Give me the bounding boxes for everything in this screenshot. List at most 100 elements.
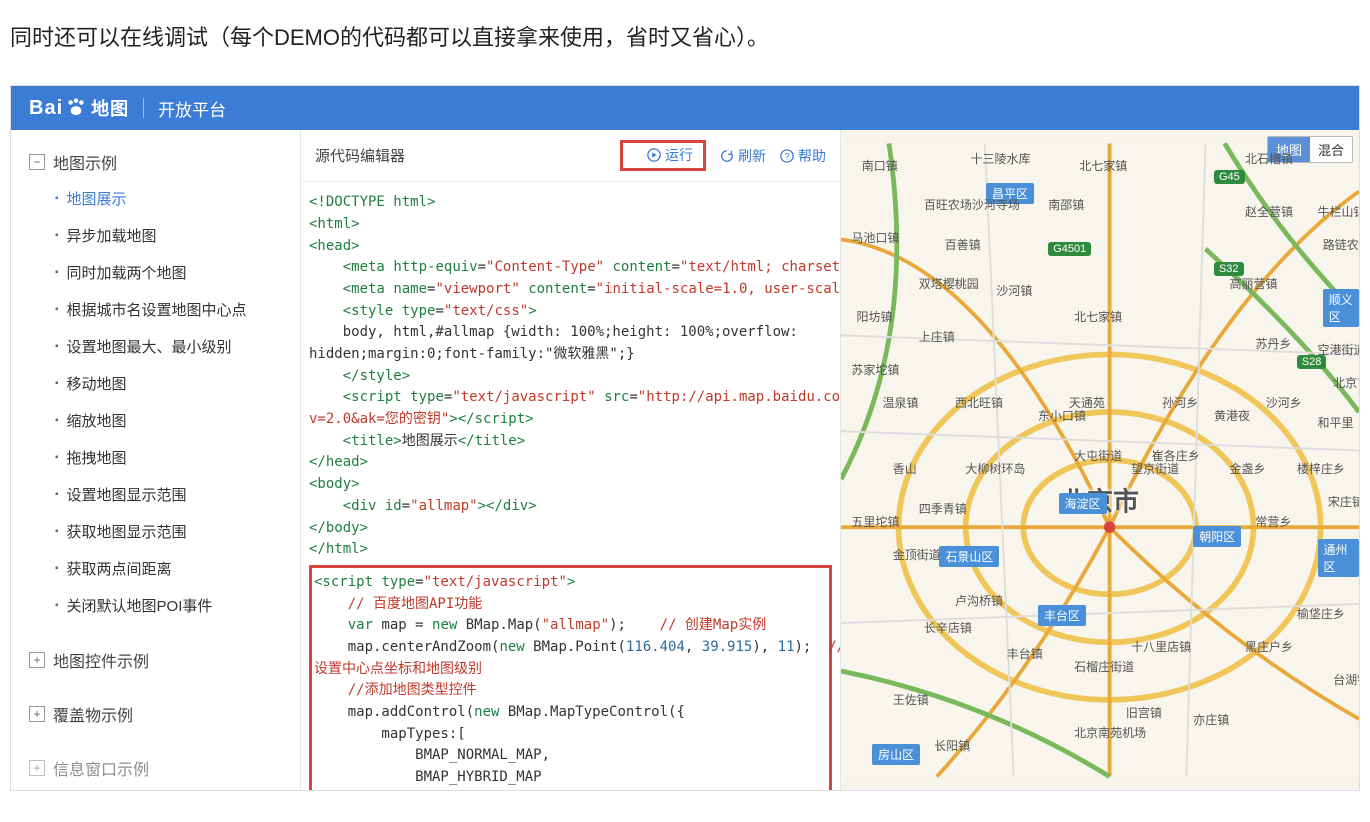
sidebar-item-zoom-map[interactable]: 缩放地图: [11, 402, 300, 439]
map-district-label[interactable]: 通州区: [1318, 539, 1359, 577]
baidu-map-logo[interactable]: Bai 地图: [29, 95, 129, 121]
map-place-label: 十三陵水库: [971, 150, 1031, 167]
main-area: − 地图示例 地图展示 异步加载地图 同时加载两个地图 根据城市名设置地图中心点…: [11, 130, 1359, 790]
map-place-label: 苏家坨镇: [851, 361, 899, 378]
map-district-label[interactable]: 顺义区: [1323, 289, 1359, 327]
map-place-label: 台湖镇: [1333, 671, 1359, 688]
editor-title: 源代码编辑器: [315, 145, 620, 166]
map-place-label: 十八里店镇: [1131, 638, 1191, 655]
map-place-label: 黄港夜: [1214, 407, 1250, 424]
sidebar-item-poi-events[interactable]: 关闭默认地图POI事件: [11, 587, 300, 624]
sidebar-group-map-examples[interactable]: − 地图示例: [11, 144, 300, 180]
map-place-label: 沙河镇: [996, 282, 1032, 299]
map-place-label: 高丽营镇: [1230, 275, 1278, 292]
map-place-label: 牛栏山镇: [1318, 203, 1359, 220]
map-type-hybrid[interactable]: 混合: [1310, 137, 1352, 162]
map-place-label: 长阳镇: [934, 737, 970, 754]
map-place-label: 望京街道: [1131, 460, 1179, 477]
sidebar-item-label: 拖拽地图: [67, 447, 127, 468]
sidebar-item-label: 缩放地图: [67, 410, 127, 431]
map-place-label: 北七家镇: [1079, 157, 1127, 174]
sidebar-item-label: 获取地图显示范围: [67, 521, 187, 542]
refresh-button[interactable]: 刷新: [720, 146, 766, 166]
sidebar-item-move-map[interactable]: 移动地图: [11, 365, 300, 402]
map-district-label[interactable]: 海淀区: [1059, 493, 1107, 514]
expand-icon: +: [29, 760, 45, 776]
map-place-label: 百旺农场沙河寺场: [924, 196, 1020, 213]
map-preview[interactable]: 地图 混合 北京市 昌平区海淀区石景山区丰台区朝阳区通州区顺义区房山区G45G4…: [841, 130, 1359, 790]
sidebar-group-label: 地图控件示例: [53, 648, 149, 672]
map-place-label: 孙河乡: [1162, 394, 1198, 411]
paw-icon: [65, 98, 87, 119]
code-editor[interactable]: <!DOCTYPE html> <html> <head> <meta http…: [301, 182, 840, 790]
expand-icon: +: [29, 652, 45, 668]
sidebar-item-distance[interactable]: 获取两点间距离: [11, 550, 300, 587]
sidebar-item-label: 设置地图显示范围: [67, 484, 187, 505]
map-place-label: 宋庄镇: [1328, 493, 1359, 510]
sidebar-group-label: 地图示例: [53, 150, 117, 174]
map-district-label[interactable]: 石景山区: [939, 546, 999, 567]
map-place-label: 阳坊镇: [857, 308, 893, 325]
map-place-label: 大屯街道: [1074, 447, 1122, 464]
help-button[interactable]: ? 帮助: [780, 146, 826, 166]
map-district-label[interactable]: 朝阳区: [1193, 526, 1241, 547]
map-place-label: 南口镇: [862, 157, 898, 174]
map-road-shield: G45: [1214, 170, 1245, 184]
map-place-label: 北京南苑机场: [1074, 724, 1146, 741]
map-place-label: 苏丹乡: [1255, 335, 1291, 352]
help-icon: ?: [780, 149, 794, 163]
svg-text:?: ?: [785, 151, 790, 161]
map-place-label: 五里坨镇: [851, 513, 899, 530]
map-place-label: 东小口镇: [1038, 407, 1086, 424]
sidebar-item-label: 关闭默认地图POI事件: [67, 595, 213, 616]
map-place-label: 西北旺镇: [955, 394, 1003, 411]
sidebar-group-controls[interactable]: + 地图控件示例: [11, 642, 300, 678]
sidebar-item-two-maps[interactable]: 同时加载两个地图: [11, 254, 300, 291]
map-place-label: 南邵镇: [1048, 196, 1084, 213]
map-place-label: 长辛店镇: [924, 619, 972, 636]
map-place-label: 百善镇: [945, 236, 981, 253]
expand-icon: +: [29, 706, 45, 722]
play-icon: [647, 148, 661, 162]
map-place-label: 香山: [893, 460, 917, 477]
sidebar-item-zoom-limits[interactable]: 设置地图最大、最小级别: [11, 328, 300, 365]
sidebar-group-infowindow[interactable]: + 信息窗口示例: [11, 750, 300, 786]
sidebar-item-async-load[interactable]: 异步加载地图: [11, 217, 300, 254]
run-button[interactable]: 运行: [647, 145, 693, 165]
map-place-label: 丰台镇: [1007, 645, 1043, 662]
map-place-label: 温泉镇: [882, 394, 918, 411]
sidebar-group-overlays[interactable]: + 覆盖物示例: [11, 696, 300, 732]
editor-pane: 源代码编辑器 运行 刷新 ? 帮助 <!DOCTYPE html> <html>…: [301, 130, 841, 790]
sidebar-item-label: 获取两点间距离: [67, 558, 172, 579]
sidebar-item-label: 根据城市名设置地图中心点: [67, 299, 247, 320]
sidebar-item-city-center[interactable]: 根据城市名设置地图中心点: [11, 291, 300, 328]
platform-label[interactable]: 开放平台: [158, 96, 226, 121]
map-district-label[interactable]: 丰台区: [1038, 605, 1086, 626]
sidebar-item-get-bounds[interactable]: 获取地图显示范围: [11, 513, 300, 550]
sidebar-item-set-bounds[interactable]: 设置地图显示范围: [11, 476, 300, 513]
map-place-label: 四季青镇: [919, 500, 967, 517]
sidebar-item-label: 异步加载地图: [67, 225, 157, 246]
sidebar-item-map-display[interactable]: 地图展示: [11, 180, 300, 217]
sidebar-item-label: 地图展示: [67, 188, 127, 209]
map-place-label: 赵全营镇: [1245, 203, 1293, 220]
sidebar-item-drag-map[interactable]: 拖拽地图: [11, 439, 300, 476]
map-place-label: 北石槽镇: [1245, 150, 1293, 167]
map-place-label: 黑庄户乡: [1245, 638, 1293, 655]
map-district-label[interactable]: 房山区: [872, 744, 920, 765]
logo-text-map: 地图: [91, 95, 129, 121]
sidebar-item-label: 同时加载两个地图: [67, 262, 187, 283]
map-place-label: 北七家镇: [1074, 308, 1122, 325]
map-road-shield: G4501: [1048, 242, 1091, 256]
map-place-label: 路链农场: [1323, 236, 1359, 253]
run-label: 运行: [665, 145, 693, 165]
topbar-divider: [143, 98, 144, 118]
sidebar-group-label: 覆盖物示例: [53, 702, 133, 726]
sidebar-item-label: 移动地图: [67, 373, 127, 394]
intro-text: 同时还可以在线调试（每个DEMO的代码都可以直接拿来使用，省时又省心）。: [0, 0, 1370, 85]
sidebar-group-label: 信息窗口示例: [53, 756, 149, 780]
map-place-label: 榆垡庄乡: [1297, 605, 1345, 622]
map-place-label: 空港街道: [1318, 341, 1359, 358]
map-place-label: 卢沟桥镇: [955, 592, 1003, 609]
map-place-label: 上庄镇: [919, 328, 955, 345]
